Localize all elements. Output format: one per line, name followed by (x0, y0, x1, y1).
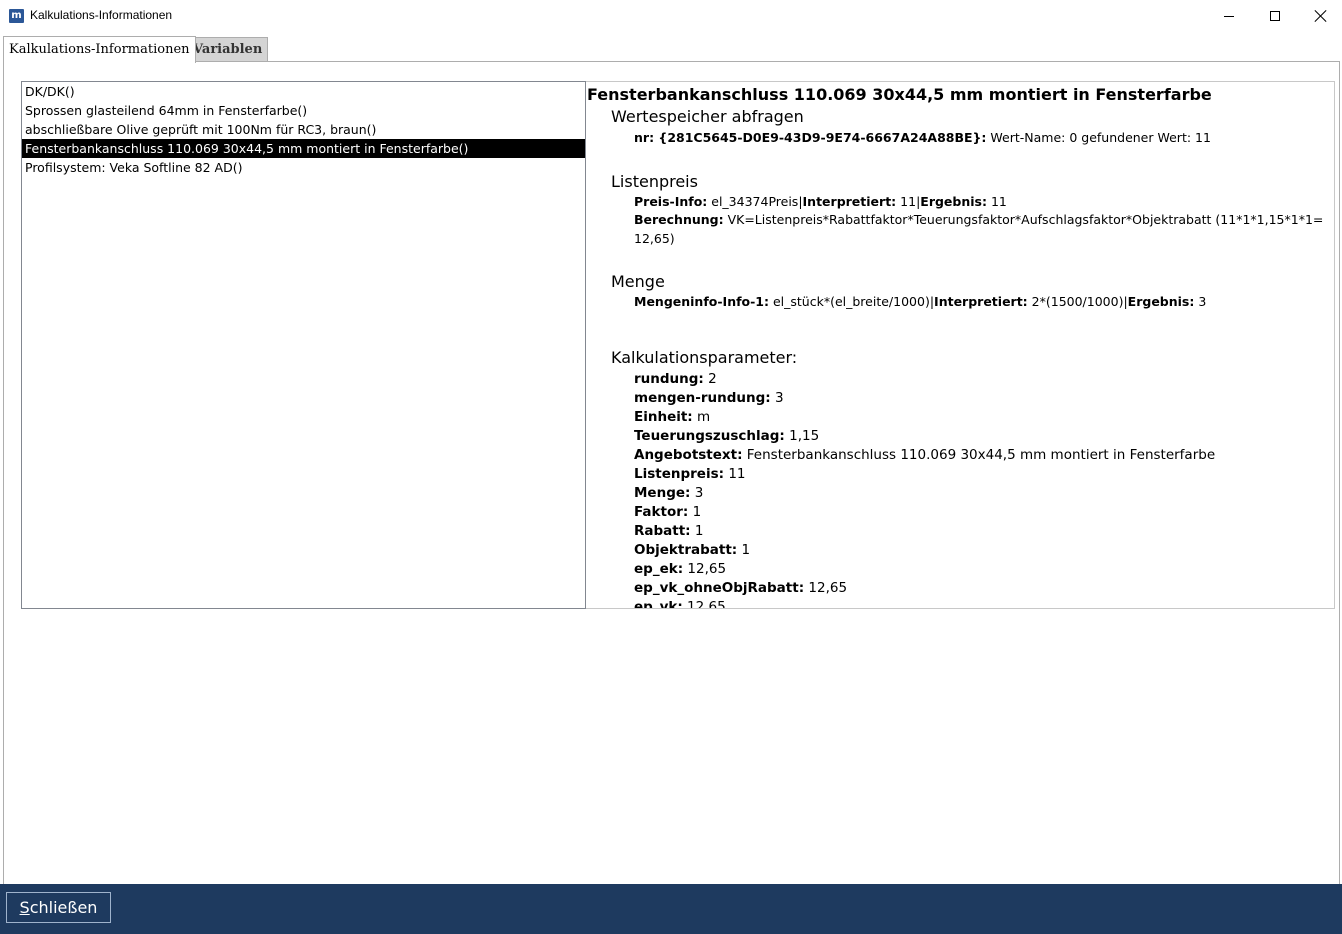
berechnung-line: Berechnung: VK=Listenpreis*Rabattfaktor*… (634, 212, 1323, 227)
section-kalkulationsparameter: Kalkulationsparameter: (611, 348, 798, 367)
preis-info-line: Preis-Info: el_34374Preis|Interpretiert:… (634, 194, 1007, 209)
param-key: Rabatt: (634, 523, 691, 539)
app-icon: m (9, 9, 24, 23)
param-value: 1,15 (784, 428, 820, 444)
param-row: Rabatt: 1 (634, 522, 703, 541)
list-item[interactable]: Profilsystem: Veka Softline 82 AD() (22, 158, 585, 177)
close-button-accelerator: S (19, 898, 30, 917)
close-button-label: chließen (29, 898, 98, 917)
minimize-button[interactable] (1206, 0, 1252, 32)
param-row: rundung: 2 (634, 370, 717, 389)
wertespeicher-line: nr: {281C5645-D0E9-43D9-9E74-6667A24A88B… (634, 130, 1211, 145)
param-row: Listenpreis: 11 (634, 465, 746, 484)
param-value: 2 (703, 371, 717, 387)
list-item-selected[interactable]: Fensterbankanschluss 110.069 30x44,5 mm … (22, 139, 585, 158)
param-key: ep_vk_ohneObjRabatt: (634, 580, 805, 596)
param-row: Angebotstext: Fensterbankanschluss 110.0… (634, 446, 1215, 465)
param-value: 3 (770, 390, 784, 406)
param-row: mengen-rundung: 3 (634, 389, 784, 408)
menge-interpretiert-value: 2*(1500/1000) (1027, 294, 1124, 309)
minimize-icon (1224, 15, 1234, 17)
list-item[interactable]: abschließbare Olive geprüft mit 100Nm fü… (22, 120, 585, 139)
param-key: Teuerungszuschlag: (634, 428, 785, 444)
position-list[interactable]: DK/DK() Sprossen glasteilend 64mm in Fen… (21, 81, 586, 609)
section-listenpreis: Listenpreis (611, 172, 698, 191)
berechnung-value: VK=Listenpreis*Rabattfaktor*Teuerungsfak… (723, 212, 1324, 227)
nr-label: nr: {281C5645-D0E9-43D9-9E74-6667A24A88B… (634, 130, 987, 145)
maximize-icon (1270, 11, 1280, 21)
param-key: rundung: (634, 371, 704, 387)
param-key: ep_vk: (634, 599, 683, 609)
param-value: 3 (690, 485, 704, 501)
param-value: m (692, 409, 711, 425)
maximize-button[interactable] (1252, 0, 1298, 32)
details-heading: Fensterbankanschluss 110.069 30x44,5 mm … (587, 85, 1212, 104)
param-row: ep_ek: 12,65 (634, 560, 726, 579)
param-key: Faktor: (634, 504, 689, 520)
param-value: 12,65 (682, 599, 726, 609)
param-key: Angebotstext: (634, 447, 743, 463)
param-value: Fensterbankanschluss 110.069 30x44,5 mm … (742, 447, 1216, 463)
param-value: 1 (690, 523, 704, 539)
param-key: mengen-rundung: (634, 390, 771, 406)
ergebnis-value: 11 (986, 194, 1007, 209)
param-value: 11 (724, 466, 746, 482)
footer-bar: Schließen (0, 884, 1342, 934)
mengeninfo-line: Mengeninfo-Info-1: el_stück*(el_breite/1… (634, 294, 1207, 309)
wertespeicher-value: Wert-Name: 0 gefundener Wert: 11 (986, 130, 1211, 145)
param-value: 12,65 (683, 561, 727, 577)
param-key: Objektrabatt: (634, 542, 738, 558)
preis-info-value: el_34374Preis (707, 194, 799, 209)
details-pane: Fensterbankanschluss 110.069 30x44,5 mm … (586, 81, 1335, 609)
interpretiert-value: 11 (896, 194, 917, 209)
menge-ergebnis-label: Ergebnis: (1127, 294, 1195, 309)
list-item[interactable]: DK/DK() (22, 82, 585, 101)
tab-variablen[interactable]: Variablen (187, 37, 269, 61)
mengeninfo-value: el_stück*(el_breite/1000) (769, 294, 930, 309)
schliessen-button[interactable]: Schließen (6, 892, 111, 923)
close-icon (1315, 10, 1327, 22)
preis-info-label: Preis-Info: (634, 194, 708, 209)
param-row: Faktor: 1 (634, 503, 701, 522)
param-row: ep_vk: 12,65 (634, 598, 726, 609)
param-value: 1 (737, 542, 751, 558)
param-row: Menge: 3 (634, 484, 703, 503)
title-bar: m Kalkulations-Informationen (0, 0, 1342, 32)
param-row: Einheit: m (634, 408, 710, 427)
param-key: ep_ek: (634, 561, 684, 577)
section-menge: Menge (611, 272, 665, 291)
list-item[interactable]: Sprossen glasteilend 64mm in Fensterfarb… (22, 101, 585, 120)
param-row: ep_vk_ohneObjRabatt: 12,65 (634, 579, 847, 598)
mengeninfo-label: Mengeninfo-Info-1: (634, 294, 769, 309)
menge-interpretiert-label: Interpretiert: (934, 294, 1028, 309)
param-key: Einheit: (634, 409, 693, 425)
param-key: Listenpreis: (634, 466, 725, 482)
window-title: Kalkulations-Informationen (30, 8, 173, 22)
tab-kalkulations-informationen[interactable]: Kalkulations-Informationen (3, 36, 196, 63)
param-value: 12,65 (804, 580, 848, 596)
menge-ergebnis-value: 3 (1194, 294, 1207, 309)
close-window-button[interactable] (1298, 0, 1342, 32)
berechnung-label: Berechnung: (634, 212, 724, 227)
section-wertespeicher: Wertespeicher abfragen (611, 107, 804, 126)
param-row: Objektrabatt: 1 (634, 541, 750, 560)
interpretiert-label: Interpretiert: (802, 194, 897, 209)
berechnung-continued: 12,65) (634, 231, 675, 246)
param-key: Menge: (634, 485, 691, 501)
ergebnis-label: Ergebnis: (920, 194, 987, 209)
param-value: 1 (688, 504, 702, 520)
param-row: Teuerungszuschlag: 1,15 (634, 427, 819, 446)
